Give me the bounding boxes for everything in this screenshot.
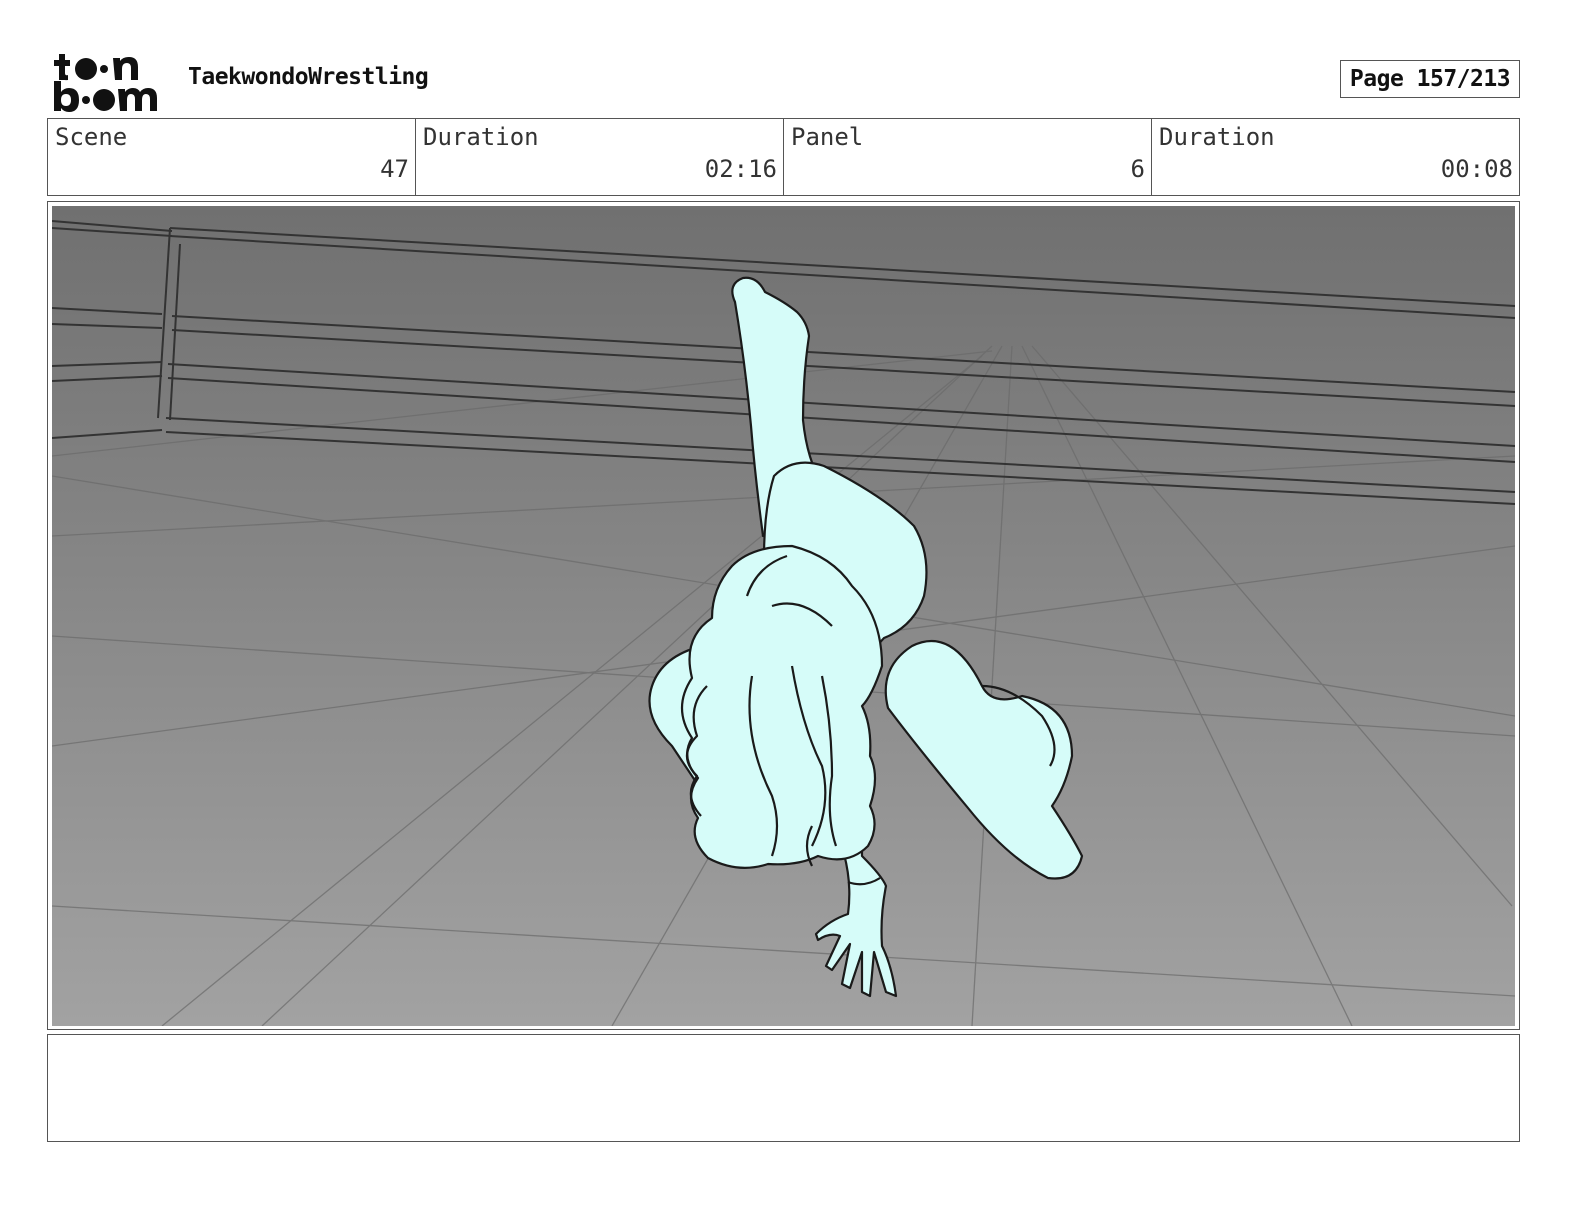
scene-duration-cell: Duration 02:16 — [416, 119, 784, 195]
panel-label: Panel — [791, 123, 864, 151]
storyboard-panel-drawing — [52, 206, 1515, 1026]
page-header: TaekwondoWrestling Page 157/213 — [0, 0, 1584, 118]
scene-label: Scene — [55, 123, 128, 151]
panel-cell: Panel 6 — [784, 119, 1152, 195]
panel-duration-label: Duration — [1159, 123, 1275, 151]
scene-duration-label: Duration — [423, 123, 539, 151]
toon-boom-logo — [54, 54, 157, 112]
project-title: TaekwondoWrestling — [188, 64, 429, 90]
scene-value: 47 — [380, 155, 409, 183]
panel-notes-box — [47, 1034, 1520, 1142]
scene-duration-value: 02:16 — [704, 155, 777, 183]
scene-cell: Scene 47 — [48, 119, 416, 195]
panel-duration-cell: Duration 00:08 — [1152, 119, 1519, 195]
panel-value: 6 — [1130, 155, 1145, 183]
page-number: Page 157/213 — [1340, 60, 1520, 98]
scene-info-table: Scene 47 Duration 02:16 Panel 6 Duration… — [47, 118, 1520, 196]
panel-duration-value: 00:08 — [1440, 155, 1513, 183]
